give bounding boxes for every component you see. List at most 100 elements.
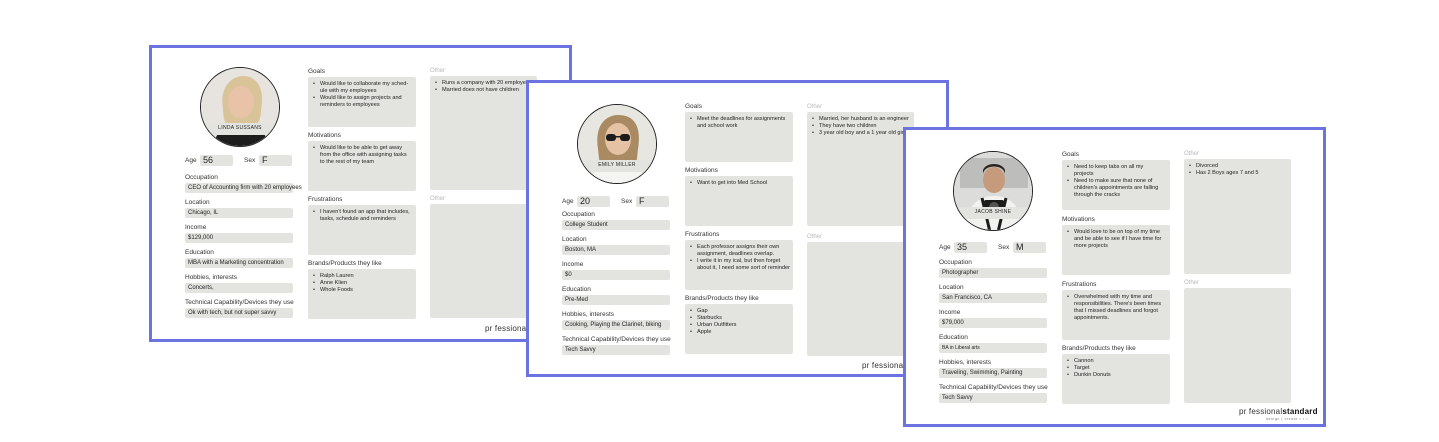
motivations-box: Would like to be able to get away from t…: [308, 141, 416, 191]
avatar-jacob: JACOB SHINE: [953, 151, 1033, 231]
occupation-field: Photographer: [939, 268, 1047, 278]
motivations-label: Motivations: [685, 167, 718, 174]
brands-box: Cannon Target Dunkin Donuts: [1062, 354, 1170, 404]
tech-value: Tech Savvy: [942, 395, 973, 401]
hobbies-field: Cooking, Playing the Clarinet, biking: [562, 320, 670, 330]
hobbies-field: Traveling, Swimming, Painting: [939, 368, 1047, 378]
frustration-item: Each professor assigns their own assignm…: [687, 244, 790, 258]
persona-card-linda: LINDA SUSSANS Age 56 Sex F Occupation CE…: [149, 45, 572, 342]
goals-list: Need to keep tabs on all my projects Nee…: [1064, 164, 1164, 199]
sex-value: F: [639, 196, 645, 206]
tech-field: Ok with tech, but not super savvy: [185, 308, 293, 318]
occupation-field: College Student: [562, 220, 670, 230]
frustrations-list: Each professor assigns their own assignm…: [687, 244, 790, 272]
other-item: They have two children: [809, 123, 913, 130]
occupation-label: Occupation: [185, 174, 218, 181]
goals-box: Would like to collaborate my sched-ule w…: [308, 77, 416, 127]
goal-item: Need to make sure that none of children'…: [1064, 178, 1164, 199]
brand-item: Apple: [687, 329, 787, 336]
location-field: Chicago, IL: [185, 208, 293, 218]
motivations-box: Would love to be on top of my time and b…: [1062, 225, 1170, 275]
other-item: Runs a company with 20 employees: [432, 80, 536, 87]
income-label: Income: [185, 224, 207, 231]
income-value: $129,000: [188, 235, 214, 241]
age-value: 56: [203, 155, 214, 165]
goals-list: Would like to collaborate my sched-ule w…: [310, 81, 410, 109]
occupation-value: Photographer: [942, 270, 979, 276]
hobbies-label: Hobbies, interests: [562, 311, 615, 318]
income-label: Income: [939, 309, 961, 316]
education-value: Pre-Med: [565, 297, 589, 303]
motivations-list: Would love to be on top of my time and b…: [1064, 229, 1164, 250]
motivations-box: Want to get into Med School: [685, 176, 793, 226]
education-field: MBA with a Marketing concentration: [185, 258, 293, 268]
location-value: Boston, MA: [565, 247, 597, 253]
other-box-2: [807, 242, 914, 356]
education-field: BA in Liberal arts: [939, 343, 1047, 353]
income-label: Income: [562, 261, 584, 268]
portrait-linda: [201, 68, 279, 146]
hobbies-label: Hobbies, interests: [185, 274, 238, 281]
persona-name: JACOB SHINE: [954, 207, 1032, 220]
tech-value: Tech Savvy: [565, 347, 596, 353]
income-value: $0: [565, 272, 572, 278]
brand-logo: pr fessional: [485, 324, 529, 333]
hobbies-value: Traveling, Swimming, Painting: [942, 370, 1023, 376]
tech-field: Tech Savvy: [562, 345, 670, 355]
other-list: Married, her husband is an engineer They…: [809, 116, 913, 137]
other-item: Divorced: [1186, 163, 1290, 170]
hobbies-label: Hobbies, interests: [939, 359, 992, 366]
portrait-jacob: [954, 152, 1032, 230]
frustrations-box: Each professor assigns their own assignm…: [685, 240, 793, 290]
other-box: Runs a company with 20 employees Married…: [430, 76, 537, 190]
goals-label: Goals: [1062, 151, 1079, 158]
brand-item: Anne Klien: [310, 280, 410, 287]
brands-box: Gap Starbucks Urban Outfitters Apple: [685, 304, 793, 354]
frustrations-box: I haven't found an app that includes, ta…: [308, 205, 416, 255]
other-label-2: Other: [807, 234, 823, 240]
other-label: Other: [430, 68, 446, 74]
other-box-2: [430, 204, 537, 318]
brand-item: Urban Outfitters: [687, 322, 787, 329]
other-item: Has 2 Boys ages 7 and 5: [1186, 170, 1290, 177]
persona-name: LINDA SUSSANS: [201, 123, 279, 136]
goals-list: Meet the deadlines for assignments and s…: [687, 116, 787, 130]
sex-value: M: [1016, 242, 1024, 252]
sex-field: M: [1013, 242, 1046, 253]
brand-tagline: design | create • • •: [1266, 417, 1309, 421]
other-box: Married, her husband is an engineer They…: [807, 112, 914, 226]
age-value: 35: [957, 242, 968, 252]
hobbies-value: Concerts,: [188, 285, 214, 291]
avatar-linda: LINDA SUSSANS: [200, 67, 280, 147]
other-label-2: Other: [430, 196, 446, 202]
brand-logo: pr fessional: [862, 361, 906, 370]
education-value: BA in Liberal arts: [942, 345, 980, 351]
other-item: Married, her husband is an engineer: [809, 116, 913, 123]
goal-item: Meet the deadlines for assignments and s…: [687, 116, 787, 130]
age-field: 35: [954, 242, 987, 253]
frustrations-label: Frustrations: [685, 231, 720, 238]
tech-field: Tech Savvy: [939, 393, 1047, 403]
goal-item: Would like to collaborate my sched-ule w…: [310, 81, 410, 95]
occupation-label: Occupation: [562, 211, 595, 218]
avatar-emily: EMILY MILLER: [577, 104, 657, 184]
education-label: Education: [939, 334, 968, 341]
age-label: Age: [939, 244, 951, 251]
goals-box: Meet the deadlines for assignments and s…: [685, 112, 793, 162]
frustration-item: I write it in my ical, but then forget a…: [687, 258, 790, 272]
motivations-label: Motivations: [1062, 216, 1095, 223]
goal-item: Need to keep tabs on all my projects: [1064, 164, 1164, 178]
hobbies-field: Concerts,: [185, 283, 293, 293]
brands-list: Ralph Lauren Anne Klien Whole Foods: [310, 273, 410, 294]
age-field: 56: [200, 155, 233, 166]
brand-item: Whole Foods: [310, 287, 410, 294]
brands-label: Brands/Products they like: [308, 260, 382, 267]
age-label: Age: [562, 198, 574, 205]
frustrations-label: Frustrations: [308, 196, 343, 203]
other-label: Other: [807, 104, 823, 110]
other-box: Divorced Has 2 Boys ages 7 and 5: [1184, 159, 1291, 274]
motivation-item: Would like to be able to get away from t…: [310, 145, 410, 166]
sex-field: F: [636, 196, 669, 207]
other-label: Other: [1184, 151, 1200, 157]
brand-item: Starbucks: [687, 315, 787, 322]
